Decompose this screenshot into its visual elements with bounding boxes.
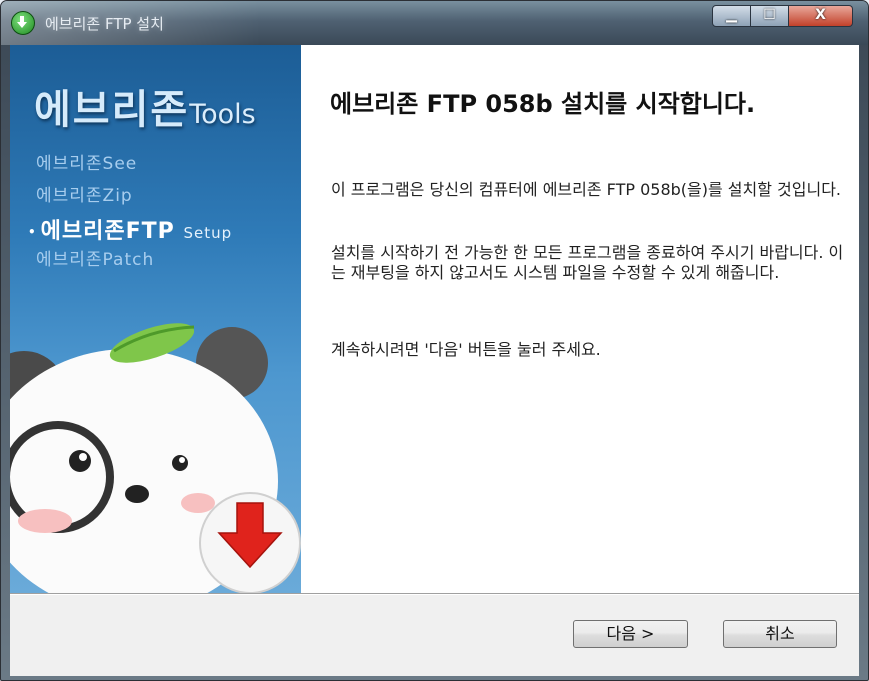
- welcome-heading: 에브리존 FTP 058b 설치를 시작합니다.: [330, 90, 756, 118]
- panda-mascot-image: [10, 323, 301, 593]
- brand-name: 에브리존: [34, 87, 190, 133]
- welcome-content: 에브리존 FTP 058b 설치를 시작합니다. 이 프로그램은 당신의 컴퓨터…: [301, 45, 859, 593]
- product-list: 에브리존See 에브리존Zip • 에브리존FTP Setup 에브리존Patch: [28, 149, 232, 277]
- brand-logo: 에브리존Tools: [34, 77, 256, 135]
- product-item-ftp: • 에브리존FTP Setup: [28, 219, 233, 244]
- installer-icon: [11, 11, 35, 35]
- footer-divider: [10, 593, 859, 595]
- close-button[interactable]: X: [789, 5, 853, 27]
- dialog-client-area: 에브리존Tools 에브리존See 에브리존Zip • 에브리존FTP Setup…: [10, 45, 859, 676]
- description-text: 이 프로그램은 당신의 컴퓨터에 에브리존 FTP 058b(을)를 설치할 것…: [331, 180, 842, 199]
- instruction-text: 설치를 시작하기 전 가능한 한 모든 프로그램을 종료하여 주시기 바랍니다.…: [331, 243, 844, 282]
- next-button[interactable]: 다음 >: [573, 620, 688, 648]
- welcome-banner: 에브리존Tools 에브리존See 에브리존Zip • 에브리존FTP Setup…: [10, 45, 301, 593]
- window-title: 에브리존 FTP 설치: [45, 15, 164, 33]
- close-icon: X: [815, 7, 826, 23]
- installer-window: 에브리존 FTP 설치 ▁ ☐ X 에브리존Tools 에브리존See 에브리존…: [0, 0, 869, 681]
- cancel-button[interactable]: 취소: [723, 620, 837, 648]
- maximize-icon: ☐: [763, 7, 776, 23]
- product-item-patch: 에브리존Patch: [36, 250, 155, 270]
- maximize-button[interactable]: ☐: [751, 5, 789, 27]
- product-item-see: 에브리존See: [36, 154, 138, 174]
- brand-tools: Tools: [189, 99, 256, 130]
- continue-prompt-text: 계속하시려면 '다음' 버튼을 눌러 주세요.: [331, 340, 601, 359]
- minimize-button[interactable]: ▁: [712, 5, 751, 27]
- title-bar[interactable]: 에브리존 FTP 설치 ▁ ☐ X: [1, 1, 868, 45]
- product-item-zip: 에브리존Zip: [36, 186, 133, 206]
- minimize-icon: ▁: [726, 7, 737, 23]
- bullet-icon: •: [28, 225, 37, 239]
